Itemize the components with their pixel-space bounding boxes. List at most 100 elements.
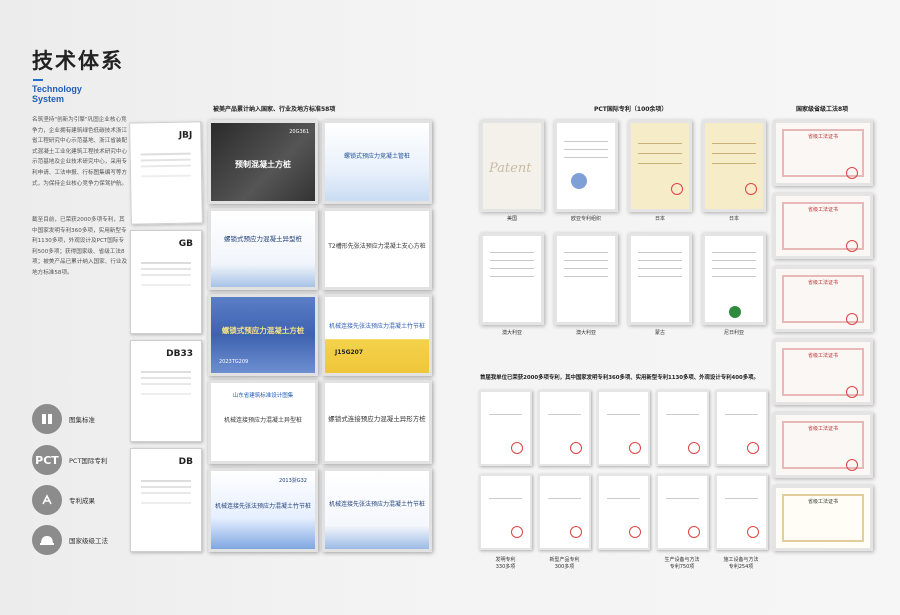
pct-caption: 欧亚专利组织 [570, 216, 601, 222]
standard-code: DB [178, 457, 193, 467]
seal-icon [846, 459, 858, 471]
standard-cover: 螺锁式预应力竞凝土管桩 [322, 120, 432, 204]
standard-cover: 螺锁式预应力混凝土异型桩 [208, 208, 318, 290]
patent-caption-line2: 专利254项 [728, 564, 754, 570]
standard-cover: T2槽形先张法预应力混凝土支心方桩 [322, 208, 432, 290]
patent-certificate [538, 390, 591, 466]
seal-icon [729, 306, 741, 318]
pct-certificate [554, 233, 618, 325]
seal-icon [846, 240, 858, 252]
cover-title: 螺锁式预应力混凝土方桩 [221, 326, 305, 335]
seal-icon [745, 183, 757, 195]
standard-cover: 机械连接先张法预应力混凝土竹节桩 J15G207 [322, 294, 432, 376]
seal-icon [570, 526, 582, 538]
patent-certificate [656, 390, 709, 466]
standard-cover: 机械连接先张法预应力混凝土竹节桩 [322, 468, 432, 552]
patent-certificate [656, 474, 709, 550]
pct-certificate [554, 120, 618, 212]
book-icon [32, 404, 62, 434]
helmet-icon [32, 525, 62, 555]
gongfa-certificate: 省级工法证书 [773, 412, 873, 478]
patent-certificate [597, 390, 650, 466]
patent-certificate [715, 390, 768, 466]
seal-icon [629, 526, 641, 538]
patent-caption-line1: 发明专利 [495, 557, 516, 563]
cover-title: 螺锁式连接预应力混凝土异形方桩 [328, 415, 426, 423]
standard-document: DB [130, 448, 202, 552]
title-english-line2: System [32, 94, 65, 104]
page-title: 技术体系 [32, 49, 124, 73]
standard-code: GB [178, 239, 193, 249]
patent-caption: 施工设备与方法 专利254项 [711, 556, 771, 570]
seal-icon [511, 442, 523, 454]
legend-label: 图集标准 [69, 416, 95, 424]
patent-caption: 新型产品专利 300多项 [538, 556, 591, 570]
standard-document: GB [130, 230, 202, 334]
standard-code: DB33 [166, 349, 193, 359]
seal-icon [846, 167, 858, 179]
standards-heading: 被美产品累计纳入国家、行业及地方标准58项 [213, 106, 336, 113]
cover-title: T2槽形先张法预应力混凝土支心方桩 [328, 243, 426, 250]
pct-caption: 日本 [654, 216, 665, 222]
seal-icon [688, 442, 700, 454]
gongfa-certificate: 省级工法证书 [773, 485, 873, 551]
pct-certificate [628, 233, 692, 325]
emblem-icon [571, 173, 587, 189]
patent-certificate [479, 390, 532, 466]
cover-code: 20G361 [289, 129, 309, 135]
pct-certificate [628, 120, 692, 212]
pct-caption: 日本 [728, 216, 739, 222]
seal-icon [629, 442, 641, 454]
gongfa-heading: 国家级省级工法8项 [796, 106, 849, 113]
certificate-title: 省级工法证书 [807, 207, 838, 213]
standard-document: DB33 [130, 340, 202, 442]
cover-title: 螺锁式预应力竞凝土管桩 [343, 153, 410, 160]
patent-script-icon: Patent [489, 161, 532, 176]
pct-heading: PCT国际专利（100余项） [594, 106, 668, 113]
cover-title: 机械连接预应力混凝土异型桩 [223, 417, 302, 424]
gongfa-certificate: 省级工法证书 [773, 120, 873, 186]
intro-paragraph-1: 名筑坚持"创新为引擎"巩固企业核心竞争力，企业拥有建筑绿色低碳技术浙江省工程研究… [32, 117, 128, 187]
gongfa-certificate: 省级工法证书 [773, 339, 873, 405]
standard-cover: 2013浙G32 机械连接先张法预应力混凝土竹节桩 [208, 468, 318, 552]
patent-caption-line1: 新型产品专利 [549, 557, 580, 563]
patents-heading: 首届我单位已荣获2000多项专利，其中国家发明专利360多项、实用新型专利113… [480, 375, 759, 381]
patent-icon [32, 485, 62, 515]
cover-title: 预制混凝土方桩 [235, 160, 291, 169]
seal-icon [570, 442, 582, 454]
standard-cover: 螺锁式连接预应力混凝土异形方桩 [322, 380, 432, 464]
certificate-title: 省级工法证书 [807, 499, 838, 505]
cover-code: 山东省建筑标准设计图集 [232, 393, 294, 399]
patent-caption-line1: 施工设备与方法 [723, 557, 759, 563]
legend-label: 国家级级工法 [69, 537, 108, 545]
pct-certificate [702, 233, 766, 325]
cover-title: 螺锁式预应力混凝土异型桩 [224, 235, 302, 243]
gongfa-certificate: 省级工法证书 [773, 193, 873, 259]
seal-icon [846, 386, 858, 398]
certificate-title: 省级工法证书 [807, 426, 838, 432]
cover-title: 机械连接先张法预应力混凝土竹节桩 [328, 323, 425, 330]
seal-icon [688, 526, 700, 538]
patent-certificate [479, 474, 532, 550]
standard-cover: 预制混凝土方桩 20G361 [208, 120, 318, 204]
pct-caption: 蒙古 [654, 330, 665, 336]
patent-caption-line2: 300多项 [554, 564, 575, 570]
certificate-title: 省级工法证书 [807, 353, 838, 359]
pct-icon: PCT [32, 445, 62, 475]
title-accent-bar [33, 79, 43, 81]
cover-code: 2013浙G32 [279, 478, 307, 484]
certificate-title: 省级工法证书 [807, 134, 838, 140]
patent-caption: 发明专利 330多项 [479, 556, 532, 570]
legend-label: PCT国际专利 [69, 457, 108, 465]
seal-icon [747, 526, 759, 538]
gongfa-certificate: 省级工法证书 [773, 266, 873, 332]
standard-cover: 螺锁式预应力混凝土方桩 2023TG209 [208, 294, 318, 376]
patent-caption: 生产设备与方法 专利750项 [652, 556, 712, 570]
pct-caption: 美国 [506, 216, 517, 222]
seal-icon [747, 442, 759, 454]
pct-certificate [702, 120, 766, 212]
standard-code: JBJ [178, 130, 193, 141]
patent-certificate [538, 474, 591, 550]
patent-certificate [715, 474, 768, 550]
title-english: Technology System [32, 84, 82, 104]
